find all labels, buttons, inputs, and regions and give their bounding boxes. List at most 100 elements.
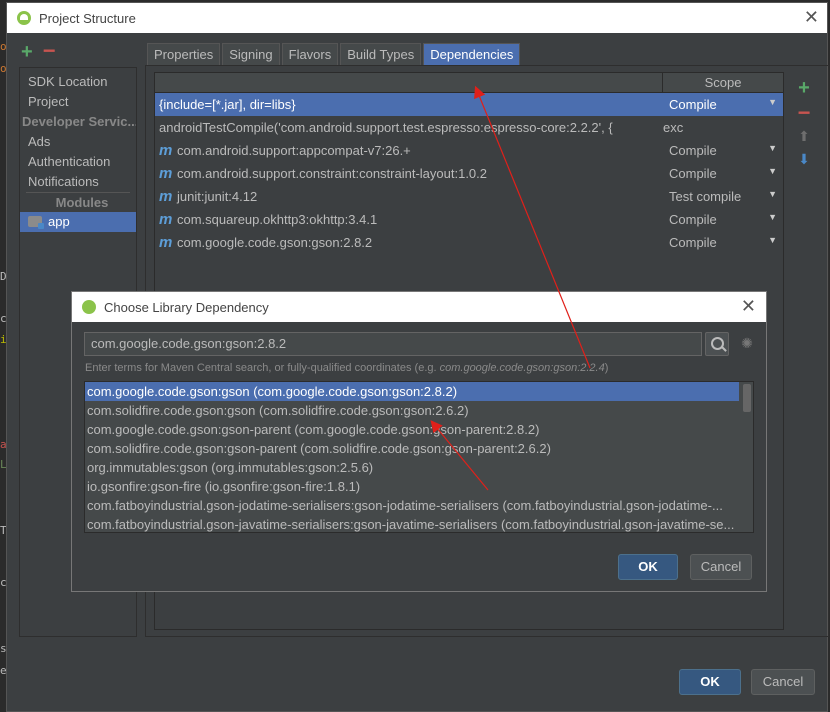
scope-value: Compile bbox=[669, 166, 717, 181]
list-item[interactable]: io.gsonfire:gson-fire (io.gsonfire:gson-… bbox=[85, 477, 739, 496]
sidebar-header-developer-services: Developer Servic... bbox=[22, 114, 136, 129]
list-item[interactable]: com.solidfire.code.gson:gson (com.solidf… bbox=[85, 401, 739, 420]
dependency-name: junit:junit:4.12 bbox=[177, 189, 258, 204]
module-folder-icon bbox=[28, 216, 44, 229]
hint-example: com.google.code.gson:gson:2.2.4 bbox=[439, 362, 605, 374]
sidebar-item-ads[interactable]: Ads bbox=[20, 132, 136, 152]
chevron-down-icon: ▼ bbox=[768, 235, 777, 245]
chevron-down-icon: ▼ bbox=[768, 189, 777, 199]
dialog-title-bar: Choose Library Dependency ✕ bbox=[72, 292, 766, 322]
tab-properties[interactable]: Properties bbox=[147, 43, 221, 65]
scope-value: Compile bbox=[669, 143, 717, 158]
dependency-cell: m com.android.support:appcompat-v7:26.+ bbox=[155, 142, 663, 159]
sidebar-item-app[interactable]: app bbox=[20, 212, 136, 232]
scope-value: exc bbox=[663, 120, 684, 135]
list-item[interactable]: com.google.code.gson:gson-parent (com.go… bbox=[85, 420, 739, 439]
close-icon[interactable]: ✕ bbox=[741, 296, 756, 317]
tab-flavors[interactable]: Flavors bbox=[281, 43, 339, 65]
dependency-name: androidTestCompile('com.android.support.… bbox=[159, 120, 613, 135]
library-search-input[interactable]: com.google.code.gson:gson:2.8.2 bbox=[84, 332, 702, 356]
maven-icon: m bbox=[159, 234, 173, 251]
dependency-cell: m com.google.code.gson:gson:2.8.2 bbox=[155, 234, 663, 251]
close-icon[interactable]: ✕ bbox=[804, 7, 819, 28]
dialog-cancel-button[interactable]: Cancel bbox=[690, 554, 752, 580]
scope-value: Test compile bbox=[669, 189, 742, 204]
table-row[interactable]: m com.android.support.constraint:constrai… bbox=[155, 162, 783, 185]
sidebar-item-project[interactable]: Project bbox=[20, 92, 136, 112]
left-toolbar: + − bbox=[21, 40, 56, 64]
remove-module-button[interactable]: − bbox=[43, 40, 56, 63]
add-dependency-button[interactable]: + bbox=[798, 78, 810, 98]
table-row[interactable]: m com.android.support:appcompat-v7:26.+ C… bbox=[155, 139, 783, 162]
chevron-down-icon: ▼ bbox=[768, 212, 777, 222]
table-row[interactable]: m junit:junit:4.12 Test compile ▼ bbox=[155, 185, 783, 208]
scope-cell: exc bbox=[663, 120, 783, 135]
column-header-scope[interactable]: Scope bbox=[663, 73, 783, 92]
scope-value: Compile bbox=[669, 212, 717, 227]
sidebar-item-sdk-location[interactable]: SDK Location bbox=[20, 72, 136, 92]
sidebar-item-notifications[interactable]: Notifications bbox=[20, 172, 136, 192]
move-down-icon[interactable]: ⬇ bbox=[798, 151, 810, 168]
chevron-down-icon: ▼ bbox=[768, 97, 777, 107]
maven-icon: m bbox=[159, 188, 173, 205]
android-studio-icon bbox=[82, 300, 96, 314]
window-title-bar: Project Structure ✕ bbox=[7, 3, 827, 33]
dependency-name: com.android.support:appcompat-v7:26.+ bbox=[177, 143, 411, 158]
maven-icon: m bbox=[159, 165, 173, 182]
list-item[interactable]: com.solidfire.code.gson:gson-parent (com… bbox=[85, 439, 739, 458]
remove-dependency-button[interactable]: − bbox=[798, 102, 811, 124]
tab-dependencies[interactable]: Dependencies bbox=[423, 43, 521, 65]
tab-signing[interactable]: Signing bbox=[222, 43, 280, 65]
chevron-down-icon: ▼ bbox=[768, 166, 777, 176]
dependency-cell: m com.squareup.okhttp3:okhttp:3.4.1 bbox=[155, 211, 663, 228]
scope-select[interactable]: Compile ▼ bbox=[663, 143, 783, 158]
window-title: Project Structure bbox=[39, 10, 136, 26]
move-up-icon[interactable]: ⬆ bbox=[798, 128, 810, 145]
search-icon[interactable] bbox=[705, 332, 729, 356]
scope-select[interactable]: Test compile ▼ bbox=[663, 189, 783, 204]
column-header-name[interactable] bbox=[155, 73, 663, 92]
maven-icon: m bbox=[159, 211, 173, 228]
dependency-name: com.squareup.okhttp3:okhttp:3.4.1 bbox=[177, 212, 378, 227]
hint-suffix: ) bbox=[604, 362, 609, 374]
search-results-list: com.google.code.gson:gson (com.google.co… bbox=[84, 381, 754, 533]
sidebar-item-label: app bbox=[48, 214, 70, 229]
list-item[interactable]: com.fatboyindustrial.gson-javatime-seria… bbox=[85, 515, 739, 532]
dependency-name: com.google.code.gson:gson:2.8.2 bbox=[177, 235, 373, 250]
sidebar-item-authentication[interactable]: Authentication bbox=[20, 152, 136, 172]
add-module-button[interactable]: + bbox=[21, 41, 33, 63]
module-tabs: Properties Signing Flavors Build Types D… bbox=[147, 43, 522, 65]
scope-select[interactable]: Compile ▼ bbox=[663, 235, 783, 250]
dialog-ok-button[interactable]: OK bbox=[618, 554, 678, 580]
table-row[interactable]: m com.squareup.okhttp3:okhttp:3.4.1 Compi… bbox=[155, 208, 783, 231]
cancel-button[interactable]: Cancel bbox=[751, 669, 815, 695]
dependency-name: com.android.support.constraint:constrain… bbox=[177, 166, 488, 181]
table-row[interactable]: m com.google.code.gson:gson:2.8.2 Compile… bbox=[155, 231, 783, 254]
dependencies-table-header: Scope bbox=[155, 73, 783, 93]
chevron-down-icon: ▼ bbox=[768, 143, 777, 153]
dialog-title: Choose Library Dependency bbox=[104, 299, 269, 315]
sidebar-header-modules: Modules bbox=[26, 192, 130, 212]
results-scrollbar[interactable] bbox=[743, 384, 751, 412]
dependency-cell: m com.android.support.constraint:constrai… bbox=[155, 165, 663, 182]
list-item[interactable]: com.google.code.gson:gson (com.google.co… bbox=[85, 382, 739, 401]
choose-library-dependency-dialog: Choose Library Dependency ✕ com.google.c… bbox=[71, 291, 767, 592]
scope-select[interactable]: Compile ▼ bbox=[663, 97, 783, 112]
ok-button[interactable]: OK bbox=[679, 669, 741, 695]
maven-icon: m bbox=[159, 142, 173, 159]
list-item[interactable]: org.immutables:gson (org.immutables:gson… bbox=[85, 458, 739, 477]
hint-prefix: Enter terms for Maven Central search, or… bbox=[85, 362, 440, 374]
table-row[interactable]: {include=[*.jar], dir=libs} Compile ▼ bbox=[155, 93, 783, 116]
scope-value: Compile bbox=[669, 235, 717, 250]
dependency-cell: m junit:junit:4.12 bbox=[155, 188, 663, 205]
table-row[interactable]: androidTestCompile('com.android.support.… bbox=[155, 116, 783, 139]
search-hint: Enter terms for Maven Central search, or… bbox=[85, 362, 608, 374]
dependency-name: {include=[*.jar], dir=libs} bbox=[159, 97, 296, 112]
scope-select[interactable]: Compile ▼ bbox=[663, 212, 783, 227]
tab-build-types[interactable]: Build Types bbox=[340, 43, 422, 65]
loading-spinner-icon: ✺ bbox=[741, 335, 753, 351]
scope-value: Compile bbox=[669, 97, 717, 112]
dependency-toolbar: + − ⬆ ⬇ bbox=[794, 78, 814, 168]
list-item[interactable]: com.fatboyindustrial.gson-jodatime-seria… bbox=[85, 496, 739, 515]
scope-select[interactable]: Compile ▼ bbox=[663, 166, 783, 181]
